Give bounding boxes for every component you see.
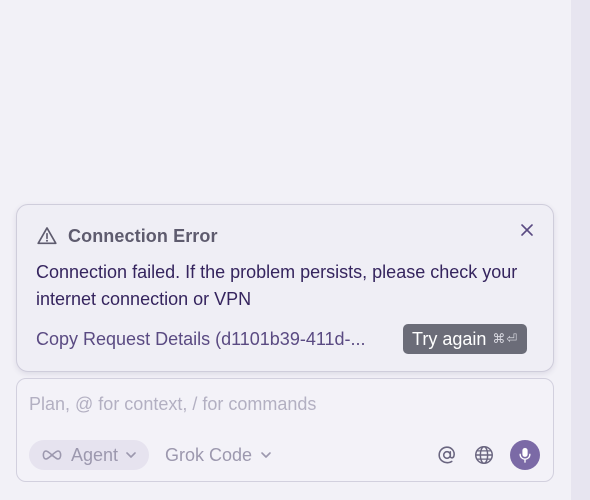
close-icon[interactable] <box>519 222 535 238</box>
chevron-down-icon <box>261 452 271 458</box>
right-panel-edge <box>571 0 590 500</box>
try-again-label: Try again <box>412 328 487 349</box>
agent-mode-button[interactable]: Agent <box>29 440 150 470</box>
web-search-button[interactable] <box>470 441 498 469</box>
chevron-down-icon <box>126 452 136 458</box>
voice-input-button[interactable] <box>510 440 540 470</box>
infinity-icon <box>42 450 62 460</box>
copy-request-details-link[interactable]: Copy Request Details (d1101b39-411d-... <box>36 329 391 350</box>
at-mention-icon <box>438 446 455 464</box>
agent-mode-label: Agent <box>71 444 119 465</box>
globe-icon <box>475 446 493 464</box>
chat-input[interactable] <box>29 391 529 417</box>
chat-composer: Agent Grok Code <box>16 378 554 482</box>
try-again-button[interactable]: Try again ⌘⏎ <box>403 324 528 354</box>
error-title: Connection Error <box>68 225 218 246</box>
warning-icon <box>37 227 57 245</box>
model-label: Grok Code <box>165 444 253 465</box>
error-header: Connection Error <box>36 225 218 247</box>
shortcut-hint: ⌘⏎ <box>492 331 519 346</box>
model-selector[interactable]: Grok Code <box>165 440 272 470</box>
error-message: Connection failed. If the problem persis… <box>36 262 518 309</box>
connection-error-card: Connection Error Connection failed. If t… <box>16 204 554 372</box>
microphone-icon <box>519 447 531 463</box>
mention-button[interactable] <box>433 441 461 469</box>
